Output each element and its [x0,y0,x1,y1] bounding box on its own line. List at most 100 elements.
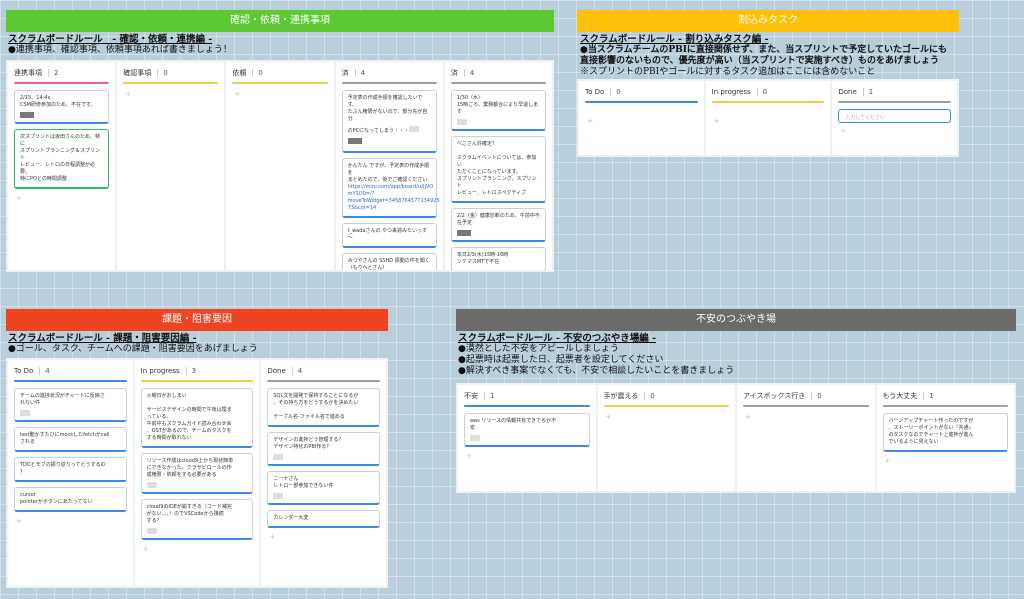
sticky-card[interactable]: 1/30（水） 15時ごろ、業務都合により早退します [450,90,547,131]
add-card-button[interactable]: + [604,413,730,421]
blocker-rule-title: スクラムボードルール - 課題・阻害要因編 - [8,333,197,344]
column-title: 不安 [464,392,478,400]
blocker-description: スクラムボードルール - 課題・阻害要因編 - ●ゴール、タスク、チームへの課題… [8,333,258,355]
add-card-button[interactable]: + [464,452,590,460]
confirm-col-done-1: 済4 予定表の作成手順を確認したいです。 たぶん権限がないので、部分先が自分 の… [335,62,443,270]
column-count: 4 [291,367,302,375]
column-title: In progress [711,88,751,96]
card-link[interactable]: https://miro.com/app/board/uXjVO mY1D0=/… [348,184,440,211]
assignee-tag [273,454,284,460]
card-text: aws リソースの情報共有できてるか不 安 [470,418,557,431]
sticky-card[interactable]: t_wadaさんの やつ来週みたいっす～ [341,223,437,248]
column-count: 1 [484,392,494,400]
card-text: cursor pointerがボタンにあたってない [20,492,93,505]
column-title: アイスボックス行き [743,392,806,400]
add-card-button[interactable]: + [838,127,951,135]
column-count: 0 [644,392,655,400]
column-divider [743,405,869,407]
column-title: 済 [450,69,458,77]
add-card-button[interactable]: + [14,517,127,525]
sticky-card[interactable]: デザインの進捗どう管理する？ デザイン特化のPBI作る？ [267,432,381,466]
assignee-tag [146,482,157,488]
card-text: かんたん ですが、予定表の作成手順を まとめたので、後でご確認ください [347,163,430,183]
column-divider [14,380,127,382]
add-card-button[interactable]: + [123,90,218,98]
new-card-input[interactable]: 入力してください [838,109,952,123]
anxiety-rule-title: スクラムボードルール - 不安のつぶやき場編 - [458,333,657,344]
sticky-card[interactable]: べこさん外確定？ スクラムイベントについては、参加い ただくことになっています。… [450,136,547,203]
sticky-card[interactable]: 2/15、14:4x CSM研修参加のため、不在です。 [14,90,110,124]
assignee-tag [456,230,471,236]
sticky-card[interactable]: cursor pointerがボタンにあたってない [14,487,127,512]
add-card-button[interactable]: + [141,545,254,553]
anxiety-col-icebox: アイスボックス行き 0 + [737,385,875,491]
confirm-rule-text: ●連携事項、確認事項、依頼事項あれば書きましょう！ [8,45,232,55]
card-text: t_wadaさんの やつ来週みたいっす～ [347,228,428,241]
card-text: デザインの進捗どう管理する？ デザイン特化のPBI作る？ [273,437,344,450]
add-card-button[interactable]: + [712,117,825,125]
sticky-card[interactable]: かんたん ですが、予定表の作成手順を まとめたので、後でご確認ください http… [341,158,440,218]
card-text: みつやさんの SSHD 振動の件を聞く （もりへとさん） [347,258,430,270]
column-count: 4 [39,367,50,375]
anxiety-col-trembling: 手が震える 0 + [597,385,735,491]
add-card-button[interactable]: + [883,457,1009,465]
blocker-banner: 課題・阻害要因 [6,309,388,331]
anxiety-rule-line1: ●漠然とした不安をアピールしましょう [458,344,619,354]
interrupt-col-inprogress: In progress 0 + [705,81,831,155]
add-card-button[interactable]: + [232,90,327,98]
card-text: 2/2（金）健康診断のため、午前中不 在予定 [456,213,540,226]
sticky-card[interactable]: SQL文を開発で保持することになるが 、その持ち方をどうするかを決めたい テーブ… [267,388,381,427]
add-card-button[interactable]: + [14,194,109,202]
column-count: 0 [252,69,263,77]
column-count: 1 [862,88,873,96]
card-text: カレンダー大変 [273,515,309,521]
sticky-card[interactable]: リソース作成はcloud9上から現状簡単 にできなかった。クラサビロールの作 成… [140,453,254,494]
card-text: test動かすたびにmockしたfetchがcall される [20,432,110,445]
sticky-card[interactable]: TDDとモブの振り返りってどうするの ？ [14,457,127,482]
anxiety-col-ok: もう大丈夫 1 バーンアップチャート作ったのですが 、ストーリーポイントがない『共… [876,385,1014,491]
assignee-tag [146,528,157,534]
column-count: 0 [610,88,621,96]
column-title: 済 [341,69,349,77]
sticky-card[interactable]: 本日2/3(水)15時-16時 ソケマスMTで不在 [450,247,547,270]
assignee-tag [20,410,30,416]
sticky-card[interactable]: 火曜日がおしまい サービスデザインの時間で午後は埋ま っている。 午前中もスクラ… [140,388,254,448]
add-card-button[interactable]: + [585,117,698,125]
assignee-tag [408,126,419,132]
interrupt-col-done: Done 1 入力してください + [832,81,958,155]
column-title: 手が震える [603,392,639,400]
confirm-rule-title: スクラムボードルール - 確認・依頼・連携編 - [8,34,213,45]
sticky-card[interactable]: バーンアップチャート作ったのですが 、ストーリーポイントがない『共通』 のタスク… [882,413,1008,452]
sticky-card[interactable]: ニーナさん レトロー部参加できない件 [267,471,381,505]
assignee-tag [273,493,284,499]
column-divider [585,101,698,103]
column-count: 4 [463,69,474,77]
card-text: 1/30（水） 15時ごろ、業務都合により早退します [456,95,539,115]
column-count: 3 [185,367,196,375]
sticky-card[interactable]: みつやさんの SSHD 振動の件を聞く （もりへとさん） [341,253,437,270]
sticky-card[interactable]: 次スプリントは坂田さんのため、特に スプリントプランニング＆スプリント レビュー… [14,129,110,189]
confirm-col-kakunin: 確認事項 0 + [117,62,225,270]
sticky-card[interactable]: cloud9のIDEが崩すぎる（コード補完 がない、、、）のでVSCodeから接… [140,499,254,540]
column-divider [882,405,1008,407]
sticky-card[interactable]: 予定表の作成手順を確認したいです。 たぶん権限がないので、部分先が自分 のPCに… [341,90,437,153]
column-count: 4 [354,69,365,77]
add-card-button[interactable]: + [743,413,869,421]
sticky-card[interactable]: 2/2（金）健康診断のため、午前中不 在予定 [450,208,547,242]
blocker-rule-text: ●ゴール、タスク、チームへの課題・阻害要因をあげましょう [8,344,258,354]
sticky-card[interactable]: aws リソースの情報共有できてるか不 安 [464,413,590,447]
sticky-card[interactable]: カレンダー大変 [267,510,381,528]
column-title: In progress [140,367,180,375]
column-divider [603,405,729,407]
column-title: To Do [14,367,34,375]
card-text: cloud9のIDEが崩すぎる（コード補完 がない、、、）のでVSCodeから接… [146,504,232,524]
card-text: 次スプリントは坂田さんのため、特に スプリントプランニング＆スプリント レビュー… [20,134,101,182]
anxiety-banner: 不安のつぶやき場 [456,309,1016,331]
blocker-col-inprogress: In progress 3 火曜日がおしまい サービスデザインの時間で午後は埋ま … [134,360,260,586]
sticky-card[interactable]: チームの進捗状況がチャートに反映さ れない件 [14,388,127,422]
interrupt-rule-title: スクラムボードルール - 割り込みタスク編 - [580,34,769,45]
column-count: 0 [811,392,822,400]
sticky-card[interactable]: test動かすたびにmockしたfetchがcall される [14,427,127,452]
add-card-button[interactable]: + [267,533,380,541]
interrupt-banner: 割込みタスク [577,10,959,32]
